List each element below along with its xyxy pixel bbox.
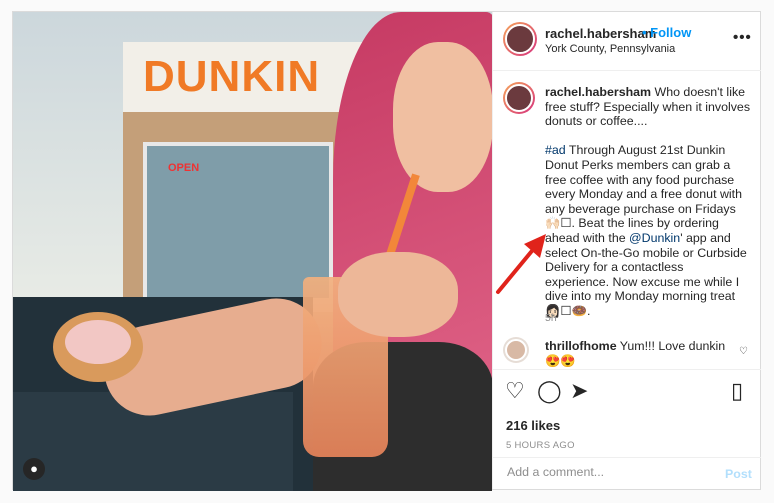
- post-header: rachel.habersham • Follow York County, P…: [493, 12, 761, 71]
- username-link[interactable]: rachel.habersham: [545, 26, 656, 41]
- store-facade: DUNKIN OPEN: [123, 42, 363, 302]
- store-sign: DUNKIN: [143, 52, 321, 101]
- more-options-icon[interactable]: •••: [733, 29, 752, 46]
- follow-button[interactable]: • Follow: [642, 25, 691, 40]
- add-comment-bar: Post: [493, 457, 761, 491]
- caption-timestamp: 5h: [545, 312, 557, 324]
- tagged-users-icon[interactable]: ●: [23, 458, 45, 480]
- save-bookmark-icon[interactable]: ▯: [731, 380, 743, 402]
- instagram-post: DUNKIN OPEN ● rachel.habersham • Follow …: [12, 11, 761, 491]
- post-caption: rachel.habersham Who doesn't like free s…: [545, 85, 754, 318]
- mention-link[interactable]: @Dunkin: [629, 231, 680, 245]
- post-photo[interactable]: DUNKIN OPEN ●: [13, 12, 492, 491]
- comment-item: thrillofhome Yum!!! Love dunkin 😍😍: [545, 339, 726, 368]
- red-arrow-annotation: [496, 234, 546, 294]
- comment-username[interactable]: thrillofhome: [545, 339, 617, 353]
- likes-count[interactable]: 216 likes: [506, 418, 560, 433]
- post-comment-button[interactable]: Post: [725, 467, 752, 481]
- post-actions: ♡ ◯ ➤ ▯ 216 likes 5 HOURS AGO Post: [493, 369, 761, 490]
- person-hand: [338, 252, 458, 337]
- person-face: [393, 42, 492, 192]
- commenter-avatar[interactable]: [503, 337, 529, 363]
- donut: [53, 312, 143, 382]
- comment-bubble-icon[interactable]: ◯: [537, 380, 562, 402]
- avatar[interactable]: [503, 22, 537, 56]
- caption-username[interactable]: rachel.habersham: [545, 85, 651, 99]
- share-send-icon[interactable]: ➤: [570, 380, 588, 402]
- open-sign: OPEN: [168, 162, 200, 174]
- caption-avatar[interactable]: [503, 82, 535, 114]
- comment-like-icon[interactable]: ♡: [739, 346, 748, 357]
- location-link[interactable]: York County, Pennsylvania: [545, 43, 675, 55]
- hashtag-link[interactable]: #ad: [545, 143, 566, 157]
- post-time-ago: 5 HOURS AGO: [506, 440, 575, 451]
- like-heart-icon[interactable]: ♡: [505, 380, 525, 402]
- add-comment-input[interactable]: [505, 464, 709, 480]
